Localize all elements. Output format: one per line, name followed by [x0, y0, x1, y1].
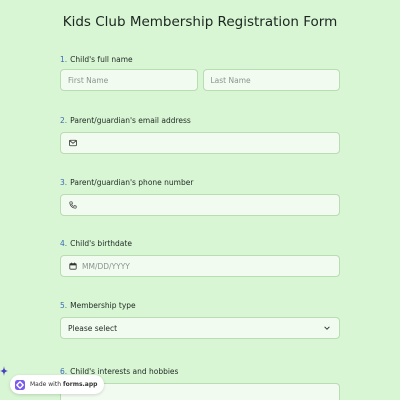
question-membership-type: 5. Membership type Please select: [60, 301, 340, 339]
question-label: Child's birthdate: [70, 239, 132, 248]
mail-icon: [68, 138, 78, 148]
question-child-name: 1. Child's full name First Name Last Nam…: [60, 55, 340, 91]
made-with-badge[interactable]: Made with forms.app: [10, 375, 105, 394]
badge-brand: forms.app: [63, 381, 98, 388]
question-number: 4.: [60, 239, 68, 248]
question-number: 2.: [60, 116, 68, 125]
question-phone: 3. Parent/guardian's phone number: [60, 178, 340, 216]
question-label: Parent/guardian's email address: [70, 116, 191, 125]
form-title: Kids Club Membership Registration Form: [62, 14, 338, 30]
chevron-down-icon: [322, 323, 332, 333]
first-name-input[interactable]: First Name: [60, 69, 198, 91]
badge-prefix: Made with: [30, 381, 61, 388]
sparkle-icon: [0, 366, 8, 376]
question-number: 3.: [60, 178, 68, 187]
phone-icon: [68, 200, 78, 210]
calendar-icon: [68, 261, 78, 271]
question-email: 2. Parent/guardian's email address: [60, 116, 340, 154]
membership-type-select[interactable]: Please select: [60, 317, 340, 339]
forms-app-logo-icon: [15, 379, 25, 390]
question-label: Child's full name: [70, 55, 133, 64]
first-name-placeholder: First Name: [68, 75, 109, 85]
last-name-input[interactable]: Last Name: [202, 69, 340, 91]
birthdate-placeholder: MM/DD/YYYY: [82, 261, 130, 271]
last-name-placeholder: Last Name: [210, 75, 251, 85]
question-number: 5.: [60, 301, 68, 310]
phone-input[interactable]: [60, 194, 340, 216]
question-label: Parent/guardian's phone number: [70, 178, 194, 187]
membership-type-selected: Please select: [68, 323, 118, 333]
question-label: Membership type: [70, 301, 136, 310]
question-birthdate: 4. Child's birthdate MM/DD/YYYY: [60, 239, 340, 277]
email-input[interactable]: [60, 132, 340, 154]
question-number: 1.: [60, 55, 68, 64]
birthdate-input[interactable]: MM/DD/YYYY: [60, 255, 340, 277]
